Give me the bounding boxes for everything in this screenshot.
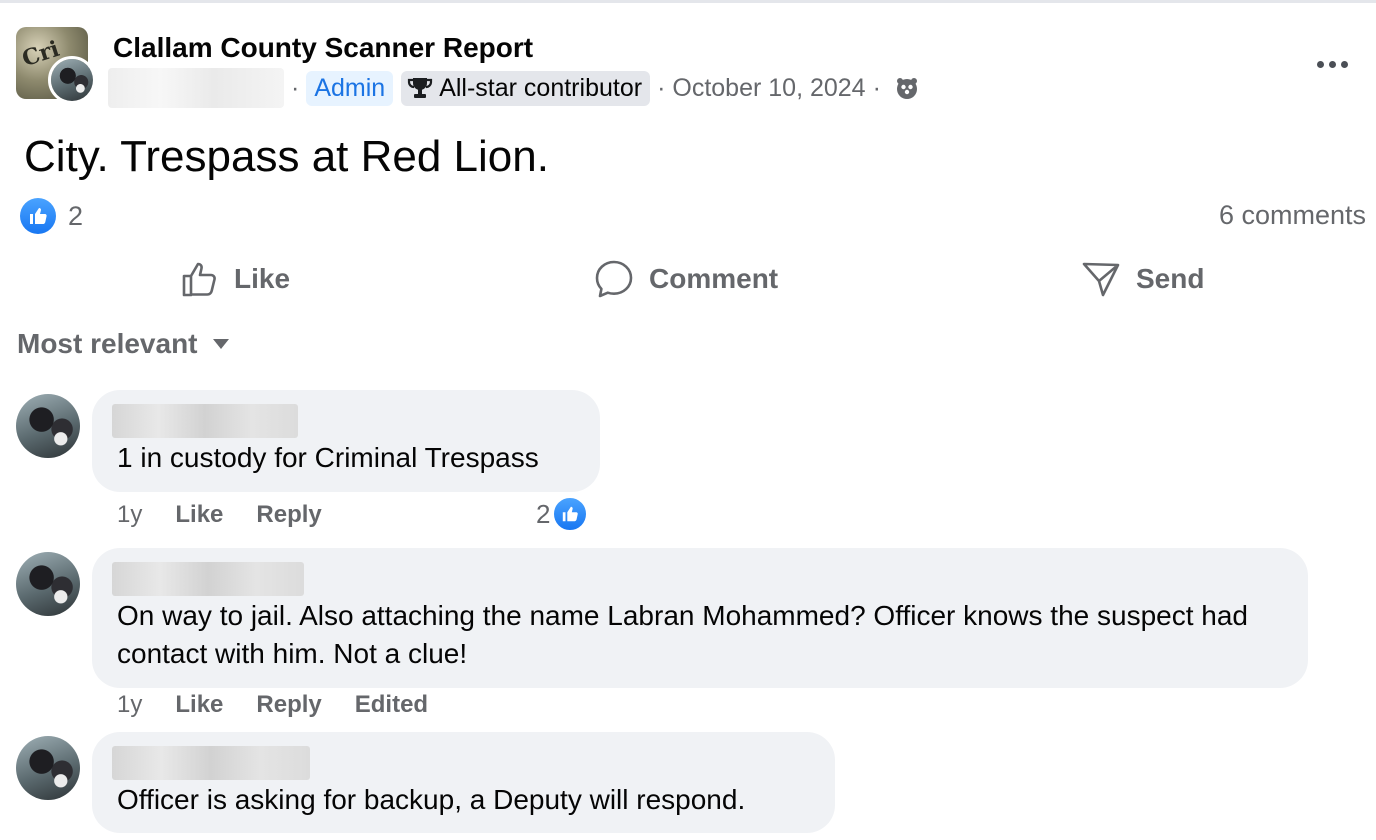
comment-text: On way to jail. Also attaching the name …	[117, 600, 1248, 669]
commenter-avatar[interactable]	[16, 394, 80, 458]
more-options-button[interactable]	[1310, 48, 1354, 80]
post-action-bar: Like Comment Send	[0, 252, 1376, 306]
sort-label: Most relevant	[17, 328, 198, 359]
post-text: City. Trespass at Red Lion.	[24, 132, 549, 181]
post-meta: · Admin All-star contributor · October 1…	[108, 68, 920, 108]
comment-button[interactable]: Comment	[593, 252, 778, 306]
redacted-commenter-name[interactable]	[112, 404, 298, 438]
admin-badge[interactable]: Admin	[306, 70, 394, 106]
comment-bubble: Officer is asking for backup, a Deputy w…	[92, 732, 835, 833]
group-name[interactable]: Clallam County Scanner Report	[113, 32, 533, 64]
pet-photo-icon	[51, 59, 93, 101]
comment-like-button[interactable]: Like	[175, 501, 223, 529]
post-date[interactable]: October 10, 2024	[672, 74, 865, 103]
commenter-avatar[interactable]	[16, 552, 80, 616]
send-icon	[1082, 262, 1120, 297]
like-label: Like	[234, 263, 291, 294]
more-dot	[1340, 60, 1348, 68]
comment-text: 1 in custody for Criminal Trespass	[117, 442, 539, 473]
comment-actions: 1y Like Reply Edited	[117, 691, 428, 719]
like-button[interactable]: Like	[180, 252, 290, 306]
reaction-count: 2	[68, 200, 84, 231]
comment-timestamp[interactable]: 1y	[117, 501, 142, 529]
comment-reaction-summary[interactable]: 2	[536, 496, 589, 532]
send-label: Send	[1136, 263, 1205, 294]
comment-actions: 1y Like Reply	[117, 501, 322, 529]
separator-dot: ·	[872, 73, 881, 102]
redacted-commenter-name[interactable]	[112, 562, 304, 596]
all-star-contributor-label: All-star contributor	[439, 73, 643, 102]
comment-edited-label[interactable]: Edited	[355, 691, 428, 719]
trophy-icon	[408, 78, 433, 98]
comment-bubble: On way to jail. Also attaching the name …	[92, 548, 1308, 688]
comment-reaction-count: 2	[536, 498, 551, 529]
separator-dot: ·	[291, 73, 300, 102]
caret-down-icon	[212, 339, 229, 349]
comment-sort-dropdown[interactable]: Most relevant	[17, 328, 230, 360]
author-avatar[interactable]	[48, 56, 96, 104]
comment-bubble-icon	[595, 260, 633, 298]
separator-dot: ·	[657, 73, 666, 102]
reaction-summary[interactable]: 2	[20, 198, 83, 234]
more-dot	[1316, 60, 1324, 68]
redacted-commenter-name[interactable]	[112, 746, 310, 780]
all-star-contributor-badge[interactable]: All-star contributor	[401, 70, 651, 106]
pet-photo-icon	[16, 394, 80, 458]
commenter-avatar[interactable]	[16, 736, 80, 800]
comment-timestamp[interactable]: 1y	[117, 691, 142, 719]
top-divider	[0, 0, 1376, 3]
comment-bubble: 1 in custody for Criminal Trespass	[92, 390, 600, 492]
comment-reply-button[interactable]: Reply	[256, 691, 321, 719]
comment-like-button[interactable]: Like	[175, 691, 223, 719]
pet-photo-icon	[16, 552, 80, 616]
thumbs-up-icon	[182, 262, 216, 297]
like-reaction-icon	[20, 198, 56, 234]
comment-text: Officer is asking for backup, a Deputy w…	[117, 784, 746, 815]
comment-count[interactable]: 6 comments	[1219, 200, 1366, 231]
more-dot	[1328, 60, 1336, 68]
comment-reply-button[interactable]: Reply	[256, 501, 321, 529]
send-button[interactable]: Send	[1080, 252, 1204, 306]
group-members-icon[interactable]	[894, 75, 920, 101]
redacted-author-name[interactable]	[108, 68, 284, 108]
like-reaction-icon	[552, 496, 589, 532]
pet-photo-icon	[16, 736, 80, 800]
comment-label: Comment	[649, 263, 779, 294]
